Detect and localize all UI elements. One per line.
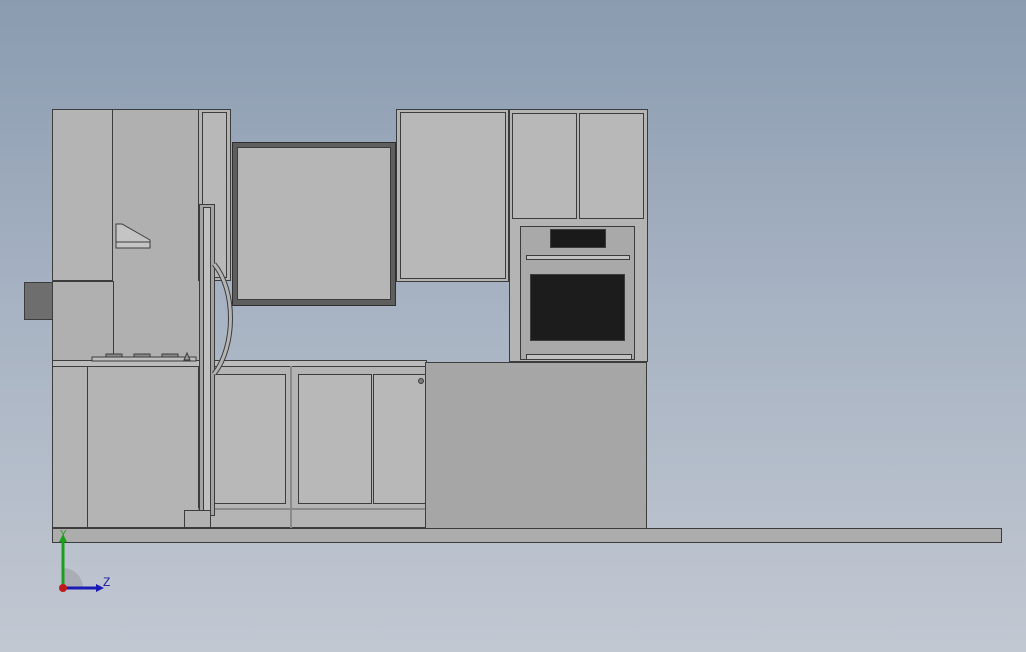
oven-handle[interactable]	[526, 255, 630, 260]
range-front[interactable]	[87, 366, 199, 528]
triad-z-label: Z	[103, 575, 111, 589]
left-side-panel[interactable]	[52, 281, 114, 363]
toe-kick-line[interactable]	[198, 508, 428, 510]
fridge-handle[interactable]	[212, 262, 238, 377]
window-pane[interactable]	[237, 147, 391, 300]
dishwasher-knob[interactable]	[418, 378, 424, 384]
left-upper-cabinet[interactable]	[52, 109, 114, 281]
upper-cabinet-door[interactable]	[400, 112, 506, 279]
oven-tower-upper-door-left[interactable]	[512, 113, 577, 219]
fridge-door-inner[interactable]	[203, 207, 211, 513]
toe-kick-divider[interactable]	[290, 366, 292, 528]
lower-door-3[interactable]	[373, 374, 427, 504]
cooktop[interactable]	[90, 352, 200, 364]
floor-plate[interactable]	[52, 528, 1002, 543]
oven-bottom-vent[interactable]	[526, 354, 632, 360]
oven-tower-upper-door-right[interactable]	[579, 113, 644, 219]
lower-cabinet-left[interactable]	[52, 366, 88, 528]
oven-window[interactable]	[530, 274, 625, 341]
oven-control-display[interactable]	[550, 229, 606, 248]
coordinate-triad	[59, 534, 104, 592]
range-hood[interactable]	[112, 218, 154, 252]
triad-y-label: Y	[60, 529, 67, 540]
fridge-base[interactable]	[184, 510, 211, 528]
graphics-viewport[interactable]: Y Z	[0, 0, 1026, 652]
dishwasher-panel[interactable]	[425, 362, 647, 529]
wall-outlet-block[interactable]	[24, 282, 54, 320]
lower-door-2[interactable]	[298, 374, 372, 504]
lower-door-1[interactable]	[214, 374, 286, 504]
